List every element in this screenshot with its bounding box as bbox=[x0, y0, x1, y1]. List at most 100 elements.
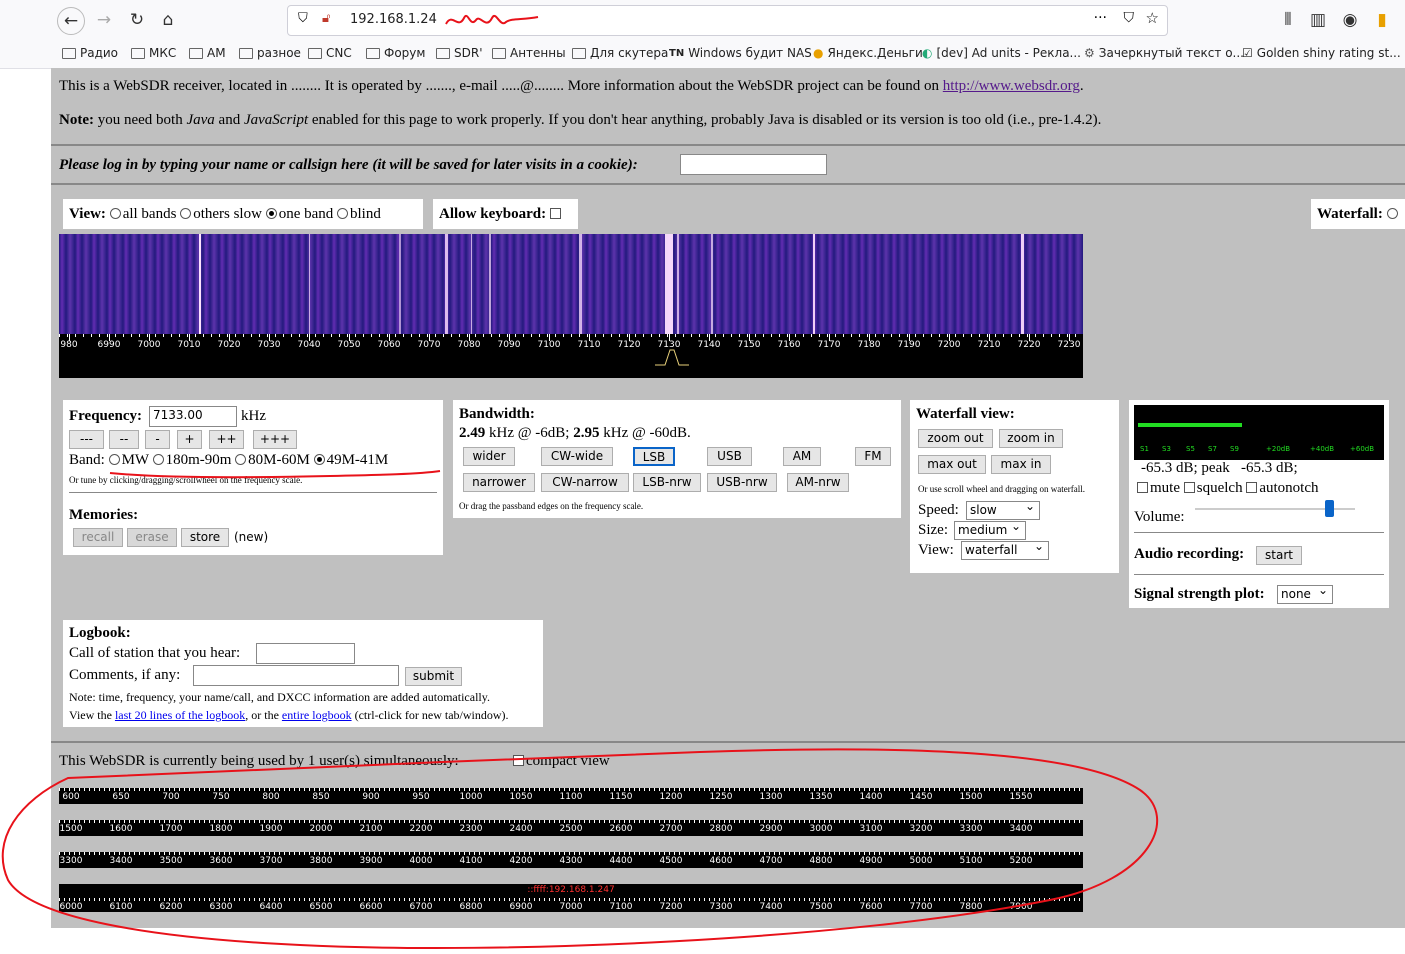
callsign-input[interactable] bbox=[680, 154, 827, 175]
bookmark-folder[interactable]: разное bbox=[239, 46, 301, 60]
bookmark-item[interactable]: TN Windows будит NAS bbox=[669, 46, 812, 60]
s-meter-bar bbox=[1138, 423, 1242, 427]
step-up-3-button[interactable]: +++ bbox=[253, 430, 297, 449]
band-scale-tick bbox=[939, 852, 940, 855]
address-bar[interactable]: ⛉ 🔓︎ 192.168.1.24 ··· ⛉ ☆ bbox=[287, 5, 1168, 36]
entire-logbook-link[interactable]: entire logbook bbox=[282, 708, 352, 722]
allow-keyboard-checkbox[interactable] bbox=[549, 208, 561, 219]
band-scale-label: 1300 bbox=[759, 792, 783, 802]
waterfall-display[interactable] bbox=[59, 234, 1083, 334]
wider-button[interactable]: wider bbox=[463, 447, 515, 466]
mute-checkbox[interactable] bbox=[1137, 482, 1148, 493]
passband-icon[interactable] bbox=[655, 348, 689, 366]
lsb-nrw-button[interactable]: LSB-nrw bbox=[633, 473, 701, 492]
bookmark-item[interactable]: ◐ [dev] Ad units - Рекла... bbox=[922, 46, 1081, 60]
waterfall-radio[interactable] bbox=[1386, 208, 1398, 219]
sidebar-icon[interactable]: ▥ bbox=[1305, 7, 1331, 33]
size-select[interactable]: medium bbox=[954, 519, 1026, 540]
band-scale-tick bbox=[859, 820, 860, 823]
view-blind-radio[interactable] bbox=[337, 208, 349, 219]
view-others-slow-radio[interactable] bbox=[180, 208, 192, 219]
url-text[interactable]: 192.168.1.24 bbox=[350, 12, 437, 27]
view-one-band-radio[interactable] bbox=[265, 208, 277, 219]
step-up-2-button[interactable]: ++ bbox=[209, 430, 244, 449]
step-down-2-button[interactable]: -- bbox=[109, 430, 139, 449]
autonotch-checkbox[interactable] bbox=[1246, 482, 1258, 493]
cw-wide-button[interactable]: CW-wide bbox=[541, 447, 613, 466]
submit-button[interactable]: submit bbox=[405, 667, 462, 686]
band-mw-radio[interactable] bbox=[108, 454, 120, 465]
band-scale-tick bbox=[824, 898, 825, 901]
bookmark-folder[interactable]: Для скутера bbox=[572, 46, 668, 60]
band-scale-49m-41m[interactable]: ::ffff:192.168.1.247 6000 6100 6200 6300 640… bbox=[59, 884, 1083, 912]
band-scale-180m-90m[interactable]: 1500 1600 1700 1800 1900 2000 2100 2200 2300 2400… bbox=[59, 820, 1083, 836]
bookmark-folder[interactable]: Радио bbox=[62, 46, 118, 60]
squelch-checkbox[interactable] bbox=[1183, 482, 1195, 493]
websdr-link[interactable]: http://www.websdr.org bbox=[943, 78, 1080, 94]
band-scale-tick bbox=[319, 820, 320, 823]
usb-nrw-button[interactable]: USB-nrw bbox=[707, 473, 777, 492]
home-icon[interactable]: ⌂ bbox=[155, 7, 181, 33]
lsb-button[interactable]: LSB bbox=[633, 447, 675, 466]
speed-select[interactable]: slow bbox=[966, 499, 1040, 520]
shield-icon[interactable]: ⛉ bbox=[298, 11, 308, 26]
recall-button[interactable]: recall bbox=[73, 528, 123, 547]
step-down-1-button[interactable]: - bbox=[145, 430, 170, 449]
account-icon[interactable]: ◉ bbox=[1337, 7, 1363, 33]
bookmark-item[interactable]: ⚙ Зачеркнутый текст о... bbox=[1084, 46, 1244, 60]
library-icon[interactable]: ⫴ bbox=[1275, 7, 1301, 33]
band-scale-80m-60m[interactable]: 3300 3400 3500 3600 3700 3800 3900 4000 4100 4200… bbox=[59, 852, 1083, 868]
insecure-lock-icon[interactable]: 🔓︎ bbox=[322, 11, 330, 26]
extension-icon[interactable]: ▮ bbox=[1369, 7, 1395, 33]
volume-slider[interactable] bbox=[1195, 500, 1355, 517]
volume-thumb[interactable] bbox=[1325, 500, 1335, 517]
zoom-in-button[interactable]: zoom in bbox=[999, 429, 1063, 448]
band-scale-tick bbox=[904, 820, 905, 823]
record-start-button[interactable]: start bbox=[1256, 546, 1302, 565]
view-all-bands-radio[interactable] bbox=[109, 208, 121, 219]
last-20-lines-link[interactable]: last 20 lines of the logbook bbox=[115, 708, 245, 722]
call-input[interactable] bbox=[256, 643, 355, 664]
view-mode-select[interactable]: waterfall bbox=[961, 539, 1049, 560]
bookmark-item[interactable]: ● Яндекс.Деньги bbox=[813, 46, 923, 60]
band-scale-mw[interactable]: 600 650 700 750 800 850 900 950 1000 1050 1100 1150… bbox=[59, 788, 1083, 804]
bookmark-folder[interactable]: МКС bbox=[131, 46, 176, 60]
zoom-out-button[interactable]: zoom out bbox=[918, 429, 993, 448]
comments-input[interactable] bbox=[193, 665, 399, 686]
store-button[interactable]: store bbox=[181, 528, 229, 547]
plot-select[interactable]: none bbox=[1277, 583, 1333, 604]
bookmark-folder[interactable]: Антенны bbox=[492, 46, 566, 60]
back-icon[interactable]: ← bbox=[57, 7, 85, 35]
band-180m-90m-radio[interactable] bbox=[152, 454, 164, 465]
bookmark-folder[interactable]: Форум bbox=[366, 46, 425, 60]
bookmark-item[interactable]: ☑ Golden shiny rating st... bbox=[1242, 46, 1401, 60]
pocket-icon[interactable]: ⛉ bbox=[1124, 10, 1135, 26]
bookmark-star-icon[interactable]: ☆ bbox=[1146, 9, 1159, 27]
band-80m-60m-radio[interactable] bbox=[235, 454, 247, 465]
step-down-3-button[interactable]: --- bbox=[69, 430, 104, 449]
bookmark-folder[interactable]: SDR' bbox=[436, 46, 483, 60]
step-up-1-button[interactable]: + bbox=[177, 430, 202, 449]
compact-view-checkbox[interactable] bbox=[513, 755, 524, 766]
frequency-scale[interactable]: 980 6990 7000 7010 7020 7030 7040 7050 7060 7070 7… bbox=[59, 334, 1083, 378]
band-scale-label: 3200 bbox=[909, 824, 933, 834]
max-out-button[interactable]: max out bbox=[918, 455, 986, 474]
am-nrw-button[interactable]: AM-nrw bbox=[787, 473, 849, 492]
fm-button[interactable]: FM bbox=[855, 447, 891, 466]
reload-icon[interactable]: ↻ bbox=[124, 7, 150, 33]
band-49m-41m-radio[interactable] bbox=[313, 454, 325, 465]
usb-button[interactable]: USB bbox=[707, 447, 752, 466]
erase-button[interactable]: erase bbox=[127, 528, 177, 547]
band-scale-tick bbox=[634, 852, 635, 855]
cw-narrow-button[interactable]: CW-narrow bbox=[541, 473, 629, 492]
band-scale-tick bbox=[399, 852, 400, 855]
narrower-button[interactable]: narrower bbox=[463, 473, 535, 492]
forward-icon[interactable]: → bbox=[91, 7, 117, 33]
max-in-button[interactable]: max in bbox=[991, 455, 1051, 474]
am-button[interactable]: AM bbox=[783, 447, 821, 466]
band-scale-tick bbox=[969, 788, 970, 791]
page-actions-icon[interactable]: ··· bbox=[1094, 10, 1107, 26]
bookmark-folder[interactable]: CNC bbox=[308, 46, 352, 60]
frequency-input[interactable]: 7133.00 bbox=[149, 406, 237, 427]
bookmark-folder[interactable]: AM bbox=[189, 46, 226, 60]
